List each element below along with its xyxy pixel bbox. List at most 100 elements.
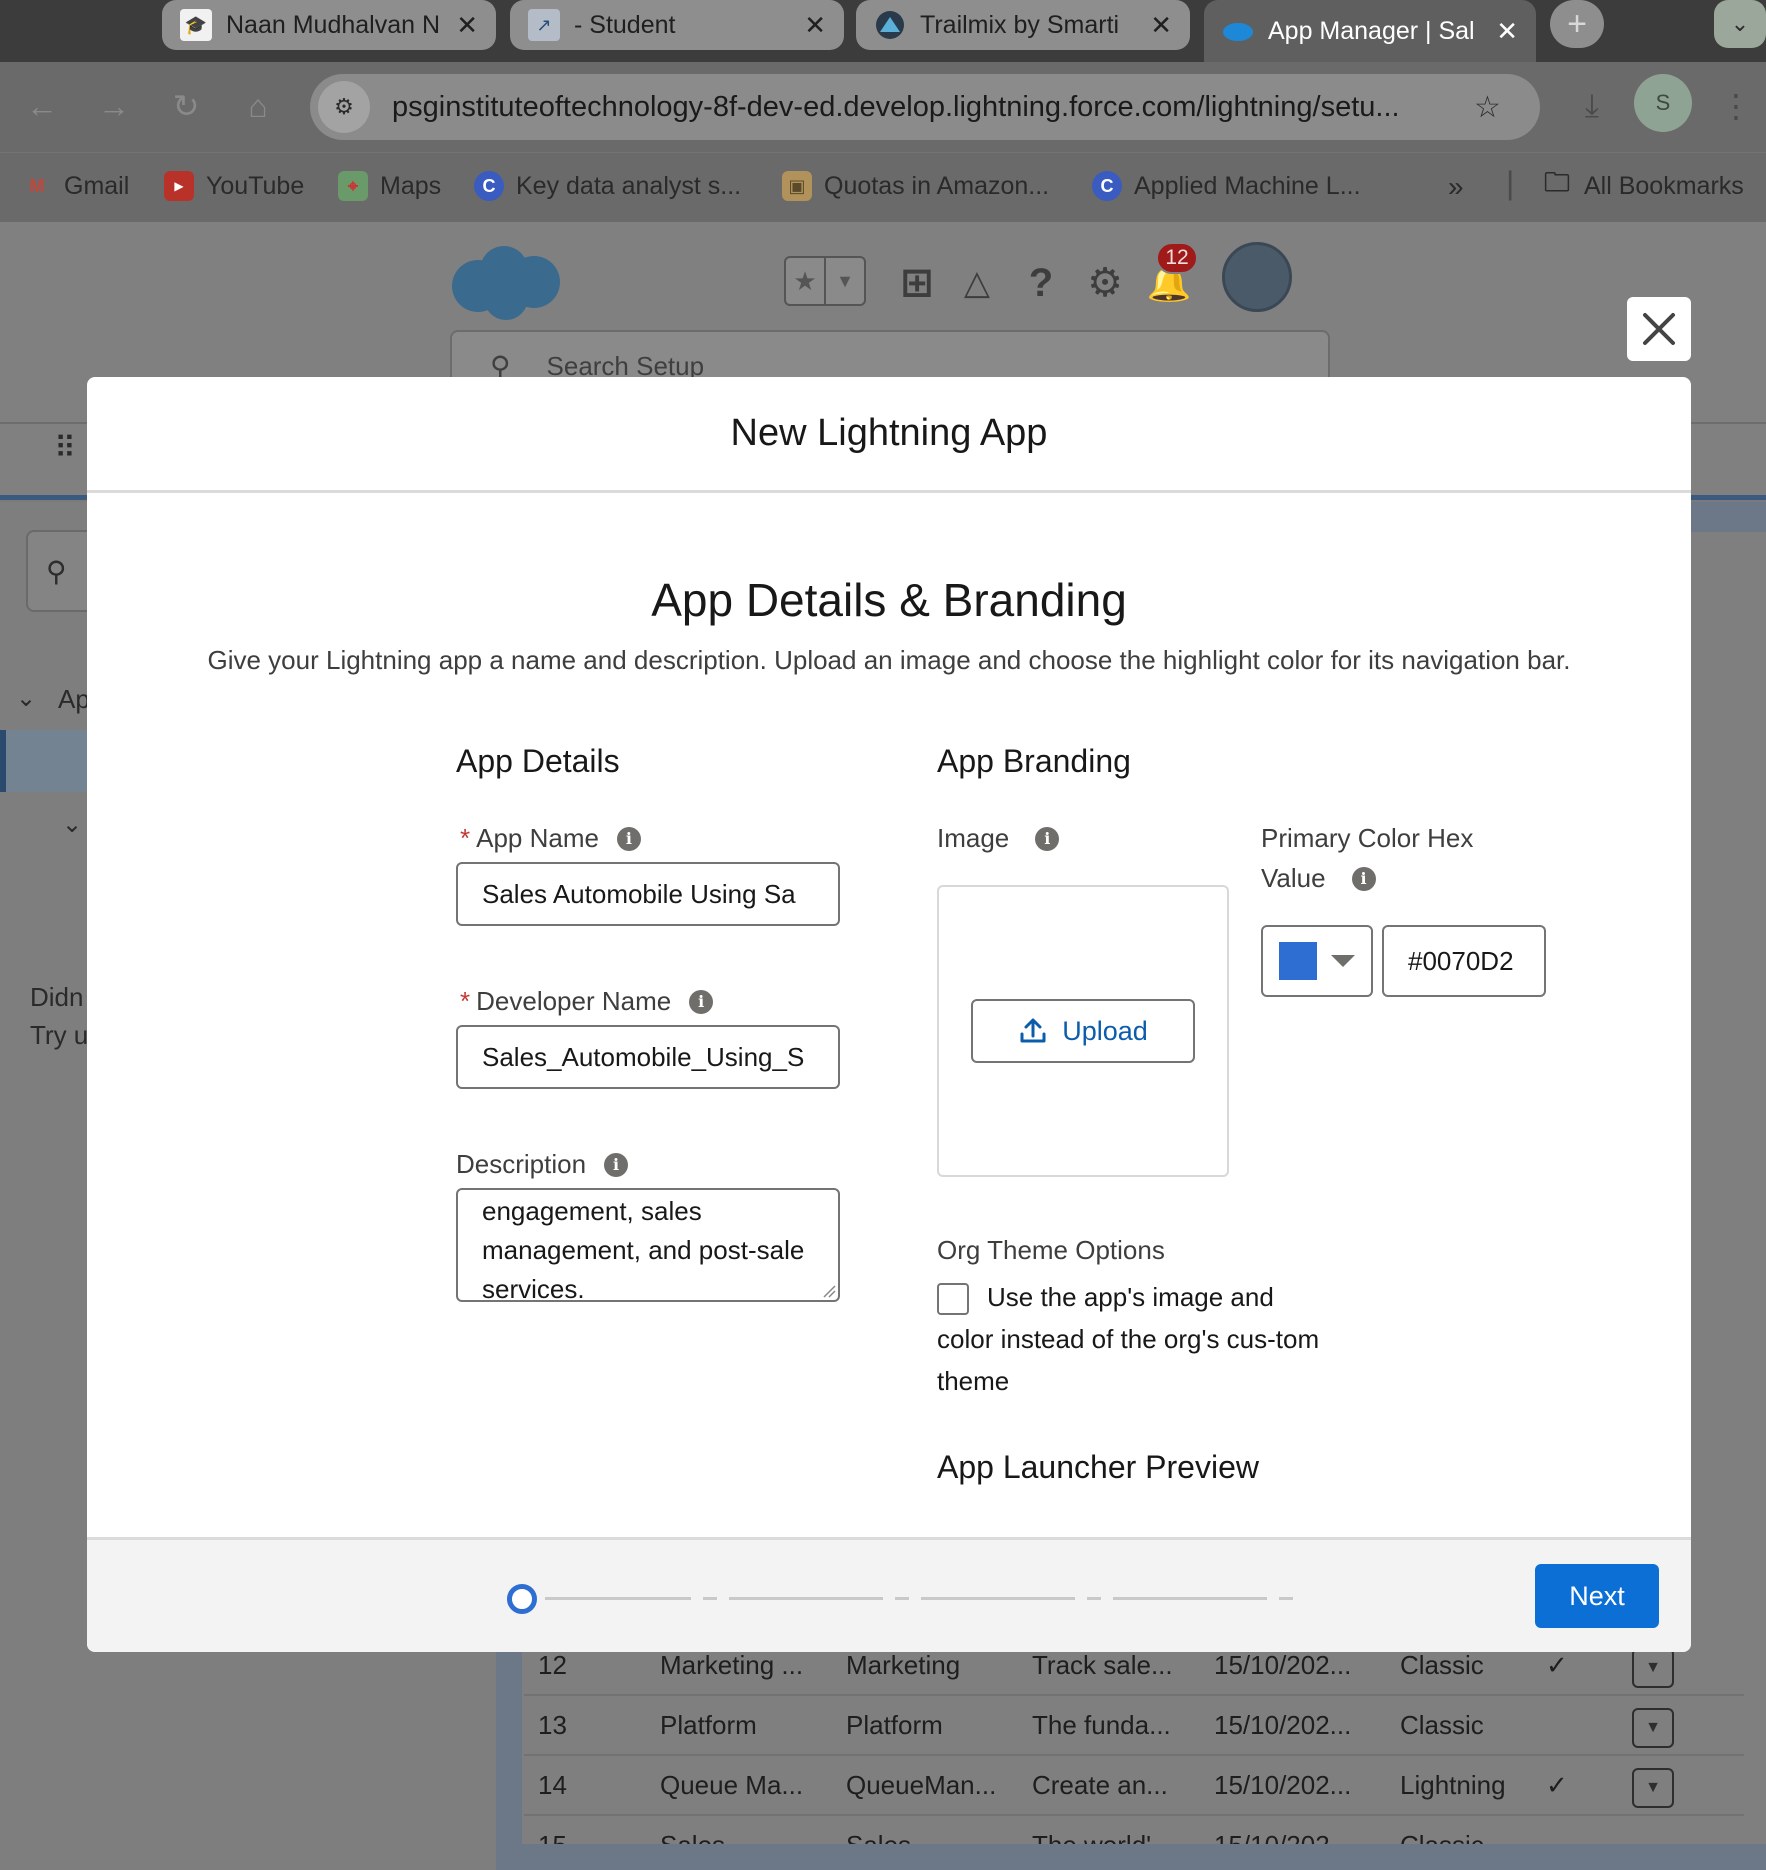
- browser-tab[interactable]: ↗ - Student ✕: [510, 0, 844, 50]
- progress-step[interactable]: [703, 1597, 717, 1600]
- bookmark-gmail[interactable]: M Gmail: [22, 171, 130, 201]
- resize-handle-icon[interactable]: [822, 1284, 836, 1298]
- image-label-text: Image: [937, 823, 1010, 853]
- modal-header: New Lightning App: [87, 377, 1691, 493]
- row-actions-dropdown[interactable]: ▼: [1632, 1708, 1674, 1748]
- next-button[interactable]: Next: [1535, 1564, 1659, 1628]
- color-picker-button[interactable]: [1261, 925, 1373, 997]
- app-name-input[interactable]: Sales Automobile Using Sa: [456, 862, 840, 926]
- chevron-down-icon[interactable]: ⌄: [16, 684, 36, 713]
- browser-tab-active[interactable]: App Manager | Sal ✕: [1204, 0, 1536, 62]
- progress-step[interactable]: [895, 1597, 909, 1600]
- progress-step[interactable]: [1279, 1597, 1293, 1600]
- tab-search-icon[interactable]: ⌄: [1714, 0, 1766, 48]
- app-launcher-icon[interactable]: ⠿: [54, 434, 84, 486]
- tab-title: Naan Mudhalvan N: [226, 10, 441, 39]
- new-lightning-app-modal: New Lightning App App Details & Branding…: [87, 377, 1691, 1652]
- home-icon[interactable]: ⌂: [238, 86, 278, 126]
- org-theme-checkbox-label[interactable]: Use the app's image and color instead of…: [937, 1276, 1337, 1402]
- notification-badge: 12: [1156, 242, 1198, 274]
- bookmark-applied-ml[interactable]: C Applied Machine L...: [1092, 171, 1361, 201]
- bookmark-label: Gmail: [64, 171, 130, 200]
- sidebar-help-text: Try u: [30, 1020, 89, 1050]
- org-theme-label-text: Org Theme Options: [937, 1235, 1165, 1265]
- profile-avatar[interactable]: S: [1634, 74, 1692, 132]
- forward-icon[interactable]: →: [94, 86, 134, 126]
- developer-name-label: * Developer Name i: [460, 986, 714, 1017]
- bookmark-youtube[interactable]: ▶ YouTube: [164, 171, 304, 201]
- bookmark-key-data[interactable]: C Key data analyst s...: [474, 171, 741, 201]
- primary-color-label-line2: Value i: [1261, 863, 1376, 894]
- progress-line: [545, 1597, 691, 1600]
- progress-step-current[interactable]: [507, 1584, 537, 1614]
- table-row: 13 Platform Platform The funda... 15/10/…: [524, 1696, 1744, 1756]
- row-actions-dropdown[interactable]: ▼: [1632, 1768, 1674, 1808]
- close-tab-icon[interactable]: ✕: [1496, 16, 1518, 47]
- developer-name-input[interactable]: Sales_Automobile_Using_S: [456, 1025, 840, 1089]
- new-tab-icon[interactable]: +: [1550, 0, 1604, 48]
- browser-tab[interactable]: 🎓 Naan Mudhalvan N ✕: [162, 0, 496, 50]
- favorites-button[interactable]: ★ ▼: [784, 256, 866, 306]
- description-label: Description i: [456, 1149, 629, 1180]
- browser-menu-icon[interactable]: ⋮: [1716, 86, 1756, 126]
- reload-icon[interactable]: ↻: [166, 86, 206, 126]
- bookmark-star-icon[interactable]: ☆: [1474, 90, 1522, 125]
- all-bookmarks[interactable]: 🗀 All Bookmarks: [1542, 167, 1744, 201]
- sidebar-section-apps[interactable]: Ap: [58, 684, 90, 715]
- address-bar[interactable]: ⚙ psginstituteoftechnology-8f-dev-ed.dev…: [310, 74, 1540, 140]
- trailhead-icon: [874, 9, 906, 41]
- row-app-name: Queue Ma...: [660, 1770, 804, 1800]
- description-value: engagement, sales management, and post-s…: [482, 1196, 805, 1302]
- close-tab-icon[interactable]: ✕: [456, 10, 478, 41]
- image-dropzone[interactable]: Upload: [937, 885, 1229, 1177]
- image-label: Image i: [937, 823, 1060, 854]
- bookmarks-divider: |: [1506, 165, 1515, 201]
- setup-gear-icon[interactable]: ⚙: [1080, 258, 1130, 308]
- modal-footer: Next: [87, 1537, 1691, 1652]
- info-icon[interactable]: i: [604, 1152, 629, 1177]
- upload-button[interactable]: Upload: [971, 999, 1195, 1063]
- bookmark-label: Key data analyst s...: [516, 171, 742, 200]
- upload-icon: [1020, 1018, 1046, 1043]
- download-icon[interactable]: ⤓: [1572, 86, 1612, 126]
- browser-tab[interactable]: Trailmix by Smarti ✕: [856, 0, 1190, 50]
- close-tab-icon[interactable]: ✕: [804, 10, 826, 41]
- row-app-name: Platform: [660, 1710, 757, 1740]
- add-icon[interactable]: ⊞: [892, 258, 942, 308]
- progress-indicator: [507, 1584, 1293, 1614]
- trailhead-guidance-icon[interactable]: △: [952, 258, 1002, 308]
- back-icon[interactable]: ←: [22, 86, 62, 126]
- sidebar-item-selected[interactable]: [0, 730, 90, 792]
- required-marker: *: [460, 986, 471, 1016]
- more-bookmarks-icon[interactable]: »: [1448, 171, 1464, 203]
- info-icon[interactable]: i: [1351, 866, 1376, 891]
- url-text[interactable]: psginstituteoftechnology-8f-dev-ed.devel…: [392, 91, 1474, 124]
- bookmark-maps[interactable]: ⌖ Maps: [338, 171, 441, 201]
- description-label-text: Description: [456, 1149, 587, 1179]
- info-icon[interactable]: i: [1035, 826, 1060, 851]
- info-icon[interactable]: i: [616, 826, 641, 851]
- close-tab-icon[interactable]: ✕: [1150, 10, 1172, 41]
- row-type: Classic: [1400, 1830, 1484, 1844]
- bookmark-quotas[interactable]: ▣ Quotas in Amazon...: [782, 171, 1049, 201]
- color-hex-input[interactable]: #0070D2: [1382, 925, 1546, 997]
- help-icon[interactable]: ?: [1016, 258, 1066, 308]
- table-row: 14 Queue Ma... QueueMan... Create an... …: [524, 1756, 1744, 1816]
- bookmark-label: All Bookmarks: [1584, 171, 1744, 200]
- app-name-value: Sales Automobile Using Sa: [482, 878, 796, 909]
- row-actions-dropdown[interactable]: ▼: [1632, 1648, 1674, 1688]
- site-settings-icon[interactable]: ⚙: [318, 81, 370, 133]
- progress-step[interactable]: [1087, 1597, 1101, 1600]
- user-avatar[interactable]: [1222, 242, 1292, 312]
- chevron-down-icon[interactable]: ⌄: [62, 810, 82, 839]
- description-textarea[interactable]: engagement, sales management, and post-s…: [456, 1188, 840, 1302]
- gmail-icon: M: [29, 175, 45, 196]
- info-icon[interactable]: i: [689, 989, 714, 1014]
- org-theme-label: Org Theme Options: [937, 1235, 1165, 1266]
- primary-color-label-text: Value: [1261, 863, 1326, 893]
- row-app-name: Sales: [660, 1830, 725, 1844]
- close-modal-button[interactable]: [1627, 297, 1691, 361]
- tab-title: Trailmix by Smarti: [920, 10, 1120, 39]
- row-type: Classic: [1400, 1710, 1484, 1740]
- tab-title: - Student: [574, 10, 676, 39]
